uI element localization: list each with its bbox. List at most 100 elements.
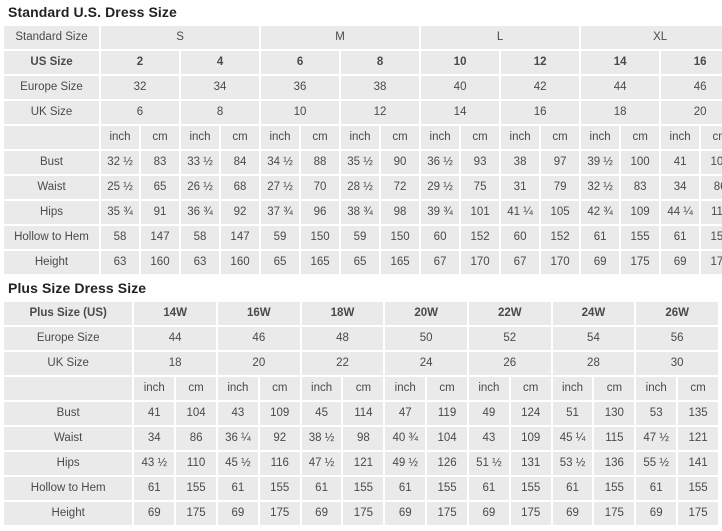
table-cell: 83: [141, 151, 179, 174]
table-cell: 135: [678, 402, 718, 425]
unit-cell: inch: [501, 126, 540, 149]
table-cell: 130: [594, 402, 635, 425]
table-cell: 84: [221, 151, 260, 174]
table-cell: 60: [421, 226, 460, 249]
row-label-hollow-to-hem: Hollow to Hem: [4, 226, 99, 249]
row-label-plus-europe-size: Europe Size: [4, 327, 133, 350]
table-cell: 34: [134, 427, 175, 450]
table-cell: 175: [510, 502, 551, 525]
plus-size-table: Plus Size (US) 14W 16W 18W 20W 22W 24W 2…: [2, 300, 720, 527]
table-cell: 175: [621, 251, 660, 274]
unit-cell: cm: [678, 377, 718, 400]
table-cell: 28: [552, 352, 635, 375]
standard-chart-title: Standard U.S. Dress Size: [8, 4, 177, 20]
table-cell: 109: [621, 201, 660, 224]
table-cell: 44: [581, 76, 660, 99]
table-cell: 141: [678, 452, 718, 475]
table-cell: 41 ¼: [501, 201, 540, 224]
table-cell: 38 ½: [301, 427, 342, 450]
row-label-plus-uk-size: UK Size: [4, 352, 133, 375]
unit-cell: inch: [581, 126, 620, 149]
row-label-waist: Waist: [4, 176, 99, 199]
table-cell: 24: [385, 352, 467, 375]
table-cell: 44 ¼: [661, 201, 700, 224]
unit-cell: inch: [261, 126, 300, 149]
table-cell: 61: [661, 226, 700, 249]
row-label-height: Height: [4, 251, 99, 274]
table-cell: 61: [218, 477, 258, 500]
table-cell: 58: [101, 226, 139, 249]
table-cell: 69: [552, 502, 593, 525]
table-cell: 18W: [301, 302, 384, 325]
table-cell: 115: [594, 427, 635, 450]
table-cell: 155: [701, 226, 722, 249]
table-cell: 68: [221, 176, 260, 199]
table-cell: 12: [341, 101, 420, 124]
plus-chart-title: Plus Size Dress Size: [8, 280, 147, 296]
table-row: Europe Size 32 34 36 38 40 42 44 46: [4, 76, 722, 99]
size-group-l: L: [421, 26, 580, 49]
table-cell: 36: [261, 76, 340, 99]
table-cell: 47: [385, 402, 426, 425]
table-cell: 69: [468, 502, 509, 525]
table-cell: 69: [134, 502, 175, 525]
table-cell: 100: [621, 151, 660, 174]
table-cell: 104: [176, 402, 216, 425]
table-cell: 69: [581, 251, 620, 274]
table-cell: 51 ½: [468, 452, 509, 475]
table-cell: 175: [259, 502, 300, 525]
table-cell: 41: [134, 402, 175, 425]
table-cell: 170: [461, 251, 500, 274]
unit-cell: inch: [661, 126, 700, 149]
table-cell: 110: [176, 452, 216, 475]
table-cell: 63: [181, 251, 219, 274]
table-cell: 75: [461, 176, 500, 199]
table-cell: 91: [141, 201, 179, 224]
table-cell: 86: [701, 176, 722, 199]
table-cell: 61: [301, 477, 342, 500]
table-cell: 32 ½: [581, 176, 620, 199]
table-cell: 27 ½: [261, 176, 300, 199]
table-cell: 56: [636, 327, 718, 350]
table-cell: 8: [341, 51, 420, 74]
plus-unit-row: inch cm inch cm inch cm inch cm inch cm …: [4, 377, 718, 400]
table-cell: 18: [581, 101, 660, 124]
table-cell: 14W: [134, 302, 216, 325]
table-cell: 58: [181, 226, 219, 249]
table-cell: 36 ¾: [181, 201, 219, 224]
table-cell: 124: [510, 402, 551, 425]
table-row: Bust 41 104 43 109 45 114 47 119 49 124 …: [4, 402, 718, 425]
table-cell: 43: [468, 427, 509, 450]
table-row: US Size 2 4 6 8 10 12 14 16: [4, 51, 722, 74]
table-cell: 119: [427, 402, 467, 425]
table-cell: 90: [381, 151, 420, 174]
table-cell: 54: [552, 327, 635, 350]
table-cell: 93: [461, 151, 500, 174]
table-cell: 92: [259, 427, 300, 450]
table-cell: 65: [341, 251, 380, 274]
table-cell: 6: [261, 51, 340, 74]
table-cell: 79: [541, 176, 580, 199]
table-cell: 48: [301, 327, 384, 350]
table-cell: 36 ¼: [218, 427, 258, 450]
table-cell: 67: [501, 251, 540, 274]
unit-cell: inch: [218, 377, 258, 400]
table-cell: 34: [661, 176, 700, 199]
table-cell: 16: [501, 101, 580, 124]
table-cell: 170: [541, 251, 580, 274]
table-cell: 147: [141, 226, 179, 249]
table-row: Height 69 175 69 175 69 175 69 175 69 17…: [4, 502, 718, 525]
table-cell: 49: [468, 402, 509, 425]
table-cell: 35 ½: [341, 151, 380, 174]
table-cell: 20: [661, 101, 722, 124]
standard-size-table: Standard Size S M L XL US Size 2 4 6 8 1…: [2, 24, 722, 276]
table-cell: 98: [381, 201, 420, 224]
unit-cell: inch: [181, 126, 219, 149]
table-cell: 61: [134, 477, 175, 500]
table-cell: 59: [261, 226, 300, 249]
table-cell: 16: [661, 51, 722, 74]
plus-table-body: Plus Size (US) 14W 16W 18W 20W 22W 24W 2…: [4, 302, 718, 525]
table-cell: 69: [301, 502, 342, 525]
unit-cell: inch: [552, 377, 593, 400]
row-label-plus-hollow-to-hem: Hollow to Hem: [4, 477, 133, 500]
